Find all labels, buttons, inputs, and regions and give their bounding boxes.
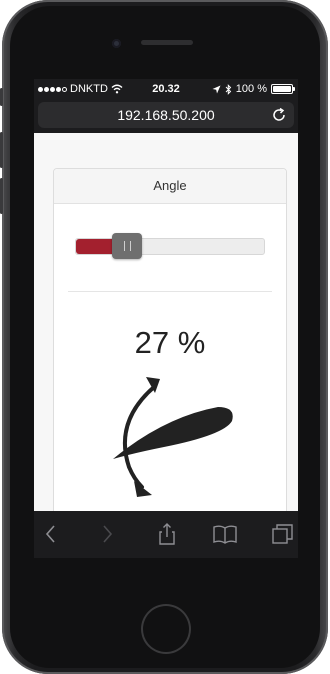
location-arrow-icon: [212, 85, 221, 93]
mute-switch: [0, 88, 3, 106]
address-bar: 192.168.50.200: [34, 99, 298, 133]
front-camera: [112, 39, 121, 48]
home-button[interactable]: [141, 604, 191, 654]
angle-panel: Angle 27 %: [53, 168, 287, 522]
chevron-left-icon[interactable]: [38, 521, 64, 547]
volume-up-button: [0, 132, 3, 168]
slider-handle[interactable]: [111, 233, 142, 259]
panel-title: Angle: [54, 169, 286, 204]
screen: DNKTD 20.32 100 % 192.168.50.200 Angle 2…: [34, 79, 298, 558]
bluetooth-icon: [225, 83, 232, 95]
angle-percent-readout: 27 %: [134, 325, 206, 360]
volume-down-button: [0, 178, 3, 214]
earpiece-speaker: [141, 40, 193, 45]
browser-toolbar: [34, 511, 298, 558]
angle-slider[interactable]: [75, 233, 265, 259]
airfoil-angle-icon: [113, 377, 233, 497]
battery-percent: 100 %: [235, 83, 267, 95]
chevron-right-icon[interactable]: [94, 521, 120, 547]
status-bar: DNKTD 20.32 100 %: [34, 79, 298, 99]
divider: [68, 291, 272, 292]
book-icon[interactable]: [212, 521, 238, 547]
status-right: 100 %: [212, 83, 295, 95]
tabs-icon[interactable]: [270, 521, 296, 547]
web-content: Angle 27 %: [34, 133, 298, 558]
url-field[interactable]: 192.168.50.200: [38, 102, 294, 128]
share-icon[interactable]: [154, 521, 180, 547]
grip-icon: [123, 241, 131, 251]
reload-icon[interactable]: [270, 106, 288, 124]
battery-icon: [271, 84, 295, 94]
